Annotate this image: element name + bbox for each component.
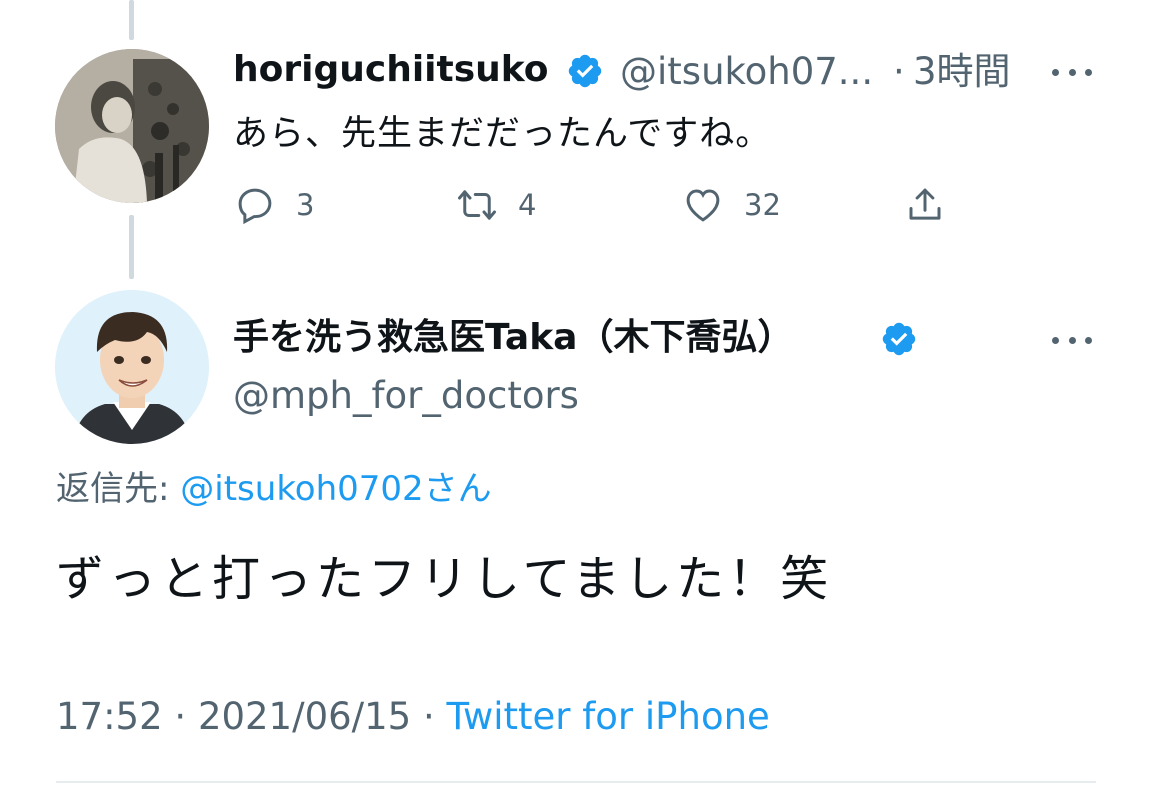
tweet-detail-page: horiguchiitsuko @itsukoh07... · 3時間 あら、先… (0, 0, 1152, 797)
separator-dot: · (893, 50, 905, 93)
like-button[interactable]: 32 (682, 184, 781, 226)
avatar[interactable] (55, 49, 209, 203)
divider (56, 781, 1096, 783)
handle[interactable]: @mph_for_doctors (233, 374, 579, 418)
separator-dot: · (174, 695, 187, 738)
retweet-button[interactable]: 4 (456, 184, 536, 226)
like-count: 32 (744, 188, 781, 222)
display-name[interactable]: 手を洗う救急医Taka（木下喬弘） (233, 316, 793, 360)
reply-to-line: 返信先: @itsukoh0702さん (56, 466, 492, 512)
retweet-count: 4 (518, 188, 537, 222)
tweet-text: あら、先生まだだったんですね。 (233, 114, 772, 154)
avatar[interactable] (55, 290, 209, 444)
display-name[interactable]: horiguchiitsuko (233, 48, 548, 92)
heart-icon (686, 189, 720, 222)
more-icon[interactable] (1052, 66, 1092, 78)
tweet-text: ずっと打ったフリしてました！笑 (56, 551, 833, 607)
share-button[interactable] (904, 184, 946, 226)
tweet-date[interactable]: 2021/06/15 (198, 695, 411, 738)
retweet-icon (458, 190, 496, 220)
thread-line-middle (129, 215, 134, 279)
share-icon (909, 188, 941, 220)
thread-line-top (129, 0, 134, 40)
timestamp[interactable]: 3時間 (913, 50, 1011, 94)
tweet-time[interactable]: 17:52 (56, 695, 163, 738)
reply-to-label: 返信先: (56, 469, 170, 509)
reply-icon (238, 188, 272, 225)
tweet-meta: 17:52 · 2021/06/15 · Twitter for iPhone (56, 693, 770, 741)
reply-to-mention-link[interactable]: @itsukoh0702さん (180, 469, 491, 509)
verified-badge-icon (882, 322, 916, 356)
verified-badge-icon (568, 54, 602, 88)
handle[interactable]: @itsukoh07... (620, 50, 873, 94)
source-link[interactable]: Twitter for iPhone (447, 695, 770, 738)
separator-dot: · (422, 695, 435, 738)
reply-button[interactable]: 3 (234, 184, 314, 226)
more-icon[interactable] (1052, 334, 1092, 346)
reply-count: 3 (296, 188, 315, 222)
